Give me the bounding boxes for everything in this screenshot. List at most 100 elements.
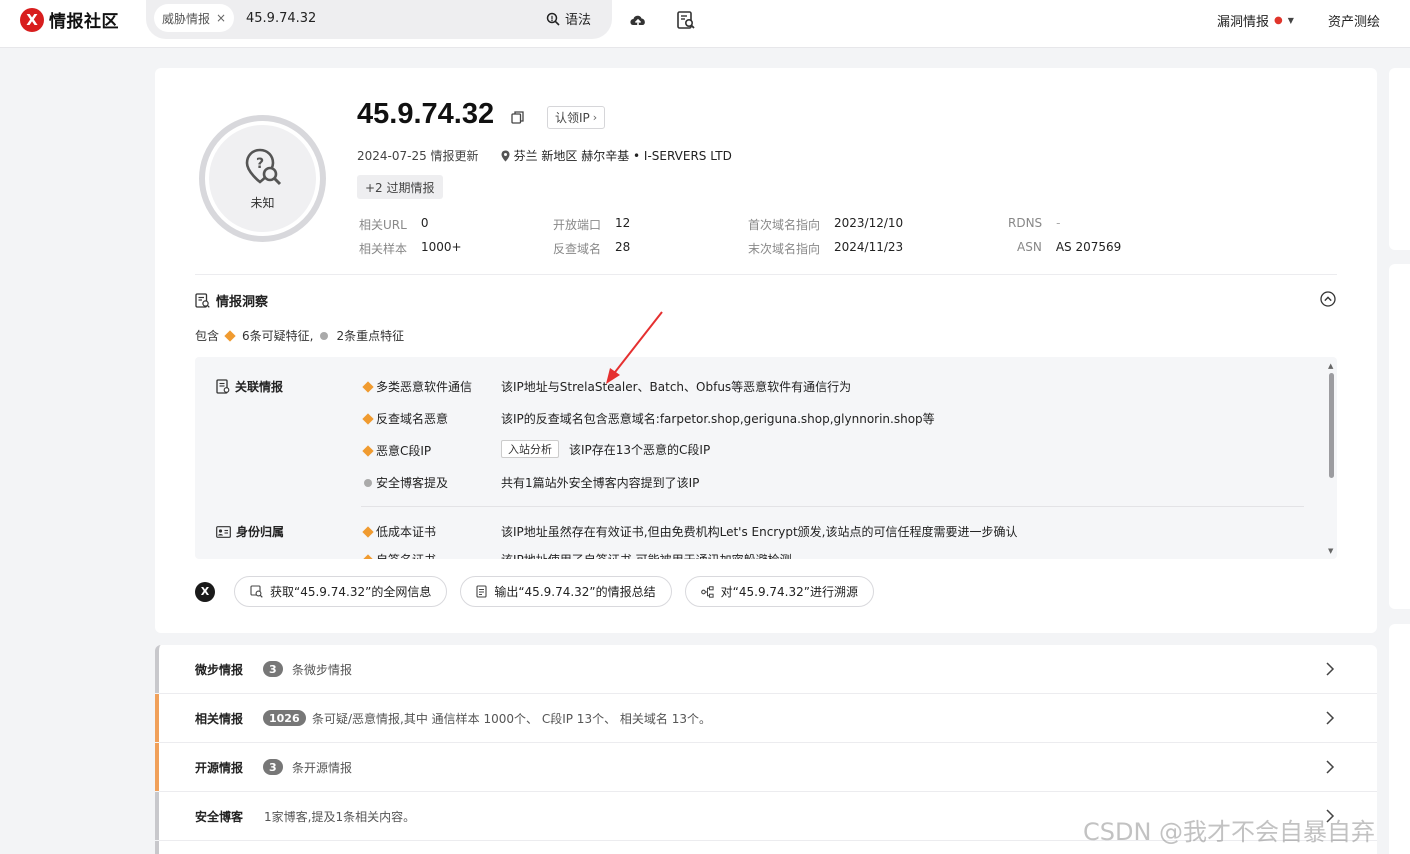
section-name: 微步情报	[195, 662, 244, 677]
insight-summary: 包含 6条可疑特征, 2条重点特征	[195, 327, 404, 344]
feature-item: 反查域名恶意	[361, 410, 448, 427]
syntax-button[interactable]: 语法	[546, 9, 591, 28]
stat-asn[interactable]: ASN AS 207569	[1017, 240, 1121, 254]
section-text: 1家博客,提及1条相关内容。	[264, 809, 416, 824]
chevron-down-icon: ▼	[1287, 16, 1294, 25]
insight-title: 情报洞察	[216, 295, 269, 310]
stat-first-domain: 首次域名指向 2023/12/10	[748, 216, 903, 233]
chevron-right-icon: ›	[592, 111, 598, 124]
insight-header: 情报洞察	[195, 291, 268, 310]
search-scope-label: 威胁情报	[162, 11, 211, 26]
syntax-label: 语法	[565, 13, 592, 28]
section-row-related[interactable]: 相关情报 1026 条可疑/恶意情报,其中 通信样本 1000个、 C段IP 1…	[155, 694, 1377, 742]
feature-desc: 该IP地址虽然存在有效证书,但由免费机构Let's Encrypt颁发,该站点的…	[501, 525, 1018, 539]
suspicious-diamond-icon	[362, 525, 374, 538]
stat-value: 1000+	[421, 240, 462, 254]
scroll-up-icon[interactable]: ▲	[1328, 362, 1333, 370]
fire-icon: ●	[1274, 15, 1283, 26]
search-bar[interactable]: 威胁情报 × 45.9.74.32 语法	[146, 0, 612, 39]
page-title: 45.9.74.32	[357, 98, 495, 130]
nav-asset-map[interactable]: 资产测绘	[1328, 11, 1380, 30]
feature-desc: 该IP地址与StrelaStealer、Batch、Obfus等恶意软件有通信行…	[501, 380, 852, 394]
feature-item: 多类恶意软件通信	[361, 378, 472, 395]
feature-label: 安全博客提及	[376, 476, 449, 490]
group-related-intel: 关联情报	[216, 378, 283, 395]
feature-label: 恶意C段IP	[376, 444, 432, 458]
side-panel-card	[1389, 264, 1410, 609]
key-dot-icon	[364, 478, 372, 487]
stat-key: 相关样本	[359, 242, 408, 256]
feature-label: 多类恶意软件通信	[376, 380, 473, 394]
section-text: 条微步情报	[292, 662, 353, 677]
copy-icon[interactable]	[511, 111, 524, 124]
stat-value: -	[1056, 216, 1061, 230]
inbound-analysis-button[interactable]: 入站分析	[501, 440, 559, 458]
nav-vuln-intel[interactable]: 漏洞情报 ● ▼	[1217, 11, 1294, 30]
ip-meta: 2024-07-25 情报更新 芬兰 新地区 赫尔辛基 • I-SERVERS …	[357, 147, 732, 164]
feature-item: 安全博客提及	[361, 474, 448, 491]
divider	[361, 506, 1304, 507]
scrollbar-thumb[interactable]	[1329, 373, 1334, 478]
cloud-upload-icon[interactable]	[628, 10, 648, 30]
section-text: 条开源情报	[292, 760, 353, 775]
stat-related-url[interactable]: 相关URL 0	[359, 216, 428, 233]
export-summary-button[interactable]: 输出“45.9.74.32”的情报总结	[460, 576, 672, 607]
search-input[interactable]: 45.9.74.32	[246, 11, 316, 26]
section-name: 相关情报	[195, 711, 244, 726]
feature-desc: 该IP存在13个恶意的C段IP	[569, 442, 711, 457]
feature-item: 自签名证书	[361, 551, 436, 559]
watermark: CSDN @我才不会自暴自弃	[1083, 818, 1376, 846]
stat-value: 28	[615, 240, 631, 254]
document-icon	[216, 379, 230, 394]
feature-item: 低成本证书	[361, 523, 436, 540]
stat-key: RDNS	[1008, 216, 1043, 230]
section-row-weibu[interactable]: 微步情报 3 条微步情报	[155, 645, 1377, 693]
stat-value: AS 207569	[1055, 240, 1122, 254]
section-text: 条可疑/恶意情报,其中 通信样本 1000个、 C段IP 13个、 相关域名 1…	[312, 711, 711, 726]
stat-reverse-domains[interactable]: 反查域名 28	[553, 240, 630, 257]
count-badge: 3	[263, 759, 283, 775]
report-search-icon[interactable]	[676, 10, 696, 30]
stat-last-domain: 末次域名指向 2024/11/23	[748, 240, 903, 257]
feature-label: 自签名证书	[376, 551, 436, 559]
stat-related-samples[interactable]: 相关样本 1000+	[359, 240, 462, 257]
trace-source-button[interactable]: 对“45.9.74.32”进行溯源	[684, 576, 874, 607]
section-name: 开源情报	[195, 760, 244, 775]
stat-value: 2023/12/10	[834, 216, 904, 230]
search-icon	[546, 12, 560, 26]
graph-nodes-icon	[700, 585, 714, 598]
feature-desc: 共有1篇站外安全博客内容提到了该IP	[501, 476, 700, 490]
fetch-info-label: 获取“45.9.74.32”的全网信息	[270, 585, 432, 599]
action-bar: X 获取“45.9.74.32”的全网信息 输出“45.9.74.32”的情报总…	[195, 576, 874, 607]
scroll-down-icon[interactable]: ▼	[1328, 547, 1333, 555]
suspicious-diamond-icon	[362, 444, 374, 457]
stat-key: 末次域名指向	[748, 242, 821, 256]
report-icon	[195, 293, 210, 308]
key-dot-icon	[320, 331, 329, 340]
location-text: 芬兰 新地区 赫尔辛基 • I-SERVERS LTD	[513, 149, 732, 163]
location: 芬兰 新地区 赫尔辛基 • I-SERVERS LTD	[501, 147, 732, 164]
group-title: 关联情报	[235, 380, 284, 394]
expired-intel-button[interactable]: +2 过期情报	[357, 175, 443, 199]
app-title: 情报社区	[49, 12, 119, 32]
collapse-icon[interactable]	[1320, 291, 1336, 307]
side-panel-card	[1389, 68, 1410, 250]
stat-open-ports[interactable]: 开放端口 12	[553, 216, 630, 233]
fetch-info-button[interactable]: 获取“45.9.74.32”的全网信息	[234, 576, 448, 607]
claim-ip-button[interactable]: 认领IP ›	[547, 106, 606, 129]
document-icon	[476, 585, 487, 598]
app-logo[interactable]: X 情报社区	[20, 7, 119, 32]
feature-desc: 该IP地址使用了自签证书,可能被用于通讯加密躲避检测	[501, 551, 792, 559]
close-icon[interactable]: ×	[216, 11, 226, 25]
section-row-open-source[interactable]: 开源情报 3 条开源情报	[155, 743, 1377, 791]
nav-asset-map-label: 资产测绘	[1328, 15, 1381, 30]
feature-label: 反查域名恶意	[376, 412, 449, 426]
section-name: 安全博客	[195, 809, 244, 824]
chevron-right-icon	[1326, 662, 1335, 676]
search-scope-tag[interactable]: 威胁情报 ×	[154, 4, 235, 32]
updated-date: 2024-07-25 情报更新	[357, 149, 479, 163]
chevron-right-icon	[1326, 760, 1335, 774]
divider	[195, 274, 1337, 275]
threat-status-label: 未知	[250, 196, 275, 210]
stat-rdns: RDNS -	[1008, 216, 1061, 230]
